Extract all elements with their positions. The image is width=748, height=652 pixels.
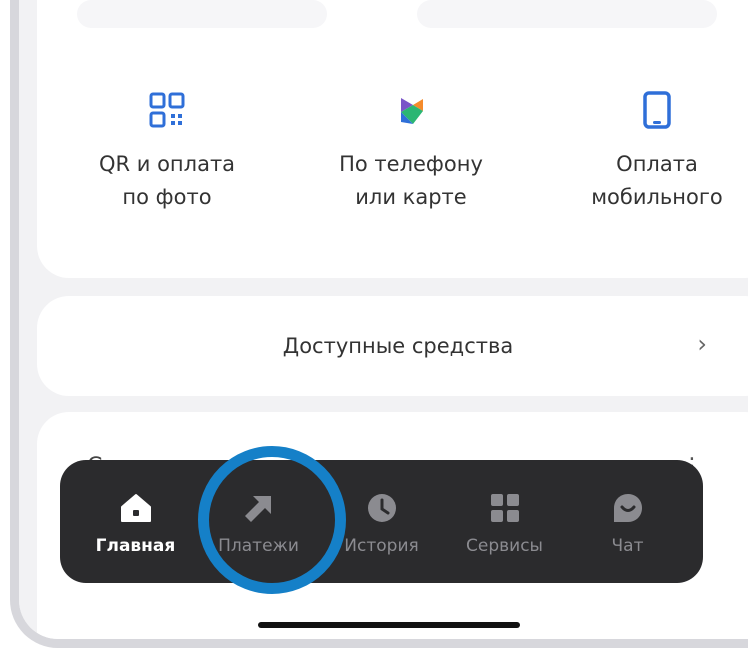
chevron-right-icon: ›	[697, 330, 707, 358]
tab-payments-label: Платежи	[218, 535, 299, 556]
quick-action-phone-card-label: По телефону или карте	[339, 152, 483, 209]
tab-home-label: Главная	[95, 535, 176, 556]
chat-icon	[612, 488, 644, 528]
quick-action-qr-label: QR и оплата по фото	[98, 152, 236, 209]
available-funds-row[interactable]: Доступные средства ›	[37, 296, 748, 396]
quick-action-mobile[interactable]: Оплата мобильного	[547, 88, 748, 214]
quick-action-qr[interactable]: QR и оплата по фото	[57, 88, 277, 214]
tab-chat[interactable]: Чат	[566, 460, 689, 583]
arrow-up-right-icon	[243, 488, 275, 528]
payments-card: QR и оплата по фото По телефону или карт…	[37, 0, 748, 278]
top-placeholder-left	[77, 0, 327, 28]
bottom-tab-bar: Главная Платежи История Сервисы Чат	[60, 460, 703, 583]
tab-history[interactable]: История	[320, 460, 443, 583]
grid-icon	[489, 488, 521, 528]
quick-action-phone-card[interactable]: По телефону или карте	[301, 88, 521, 214]
tab-history-label: История	[344, 535, 419, 556]
available-funds-label: Доступные средства	[282, 334, 514, 358]
top-placeholder-right	[417, 0, 717, 28]
tab-services[interactable]: Сервисы	[443, 460, 566, 583]
home-indicator[interactable]	[258, 622, 520, 628]
quick-action-mobile-label: Оплата мобильного	[591, 152, 723, 209]
qr-code-icon	[57, 88, 277, 132]
home-icon	[120, 488, 152, 528]
tab-payments[interactable]: Платежи	[197, 460, 320, 583]
tab-services-label: Сервисы	[466, 535, 543, 556]
tab-home[interactable]: Главная	[74, 460, 197, 583]
tab-chat-label: Чат	[611, 535, 644, 556]
sbp-icon	[301, 88, 521, 132]
clock-icon	[366, 488, 398, 528]
mobile-phone-icon	[547, 88, 748, 132]
